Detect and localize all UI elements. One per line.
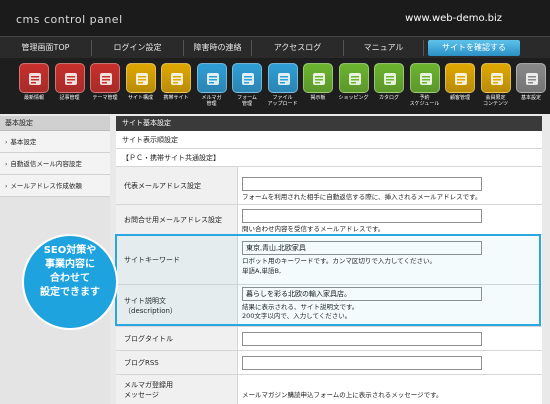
form-row-inquiry-email: お問合せ用メールアドレス設定 問い合わせ内容を受信するメールアドレスです。 — [116, 205, 542, 235]
sidebar-item-label: メールアドレス作成依頼 — [10, 182, 82, 190]
toolbar-item-file-upload[interactable]: ファイル アップロード — [265, 61, 301, 113]
rep-email-input[interactable] — [242, 177, 482, 191]
sidebar-item-basic-settings[interactable]: › 基本設定 — [0, 131, 110, 153]
sidebar-item-label: 自動返信メール内容設定 — [10, 160, 82, 168]
form-row-blog-title: ブログタイトル — [116, 327, 542, 351]
field-help: フォームを利用された相手に自動返信する際に、挿入されるメールアドレスです。 — [242, 193, 482, 201]
field-help: メールマガジン購読申込フォームの上に表示されるメッセージです。 — [242, 391, 443, 399]
site-structure-icon — [125, 63, 156, 93]
bbs-icon — [303, 63, 333, 93]
callout-text: SEO対策や 事業内容に 合わせて 設定できます — [40, 245, 100, 298]
mail-icon — [196, 63, 227, 93]
seo-highlight-frame — [115, 234, 541, 326]
nav-access-log[interactable]: アクセスログ — [252, 40, 344, 56]
settings-icon — [516, 63, 546, 93]
chevron-right-icon: › — [5, 183, 8, 190]
chevron-right-icon: › — [5, 161, 8, 168]
article-icon — [54, 63, 85, 93]
toolbar-item-site-structure[interactable]: サイト構成 — [123, 61, 159, 113]
toolbar-item-theme[interactable]: テーマ管理 — [87, 61, 123, 113]
toolbar-item-label: 基本設定 — [520, 95, 541, 101]
toolbar-item-shopping[interactable]: ショッピング — [336, 61, 372, 113]
blog-rss-input[interactable] — [242, 356, 482, 370]
field-label: メルマガ登録用 メッセージ — [116, 375, 238, 404]
members-icon — [480, 63, 511, 93]
nav-failure-contact[interactable]: 障害時の連絡 — [184, 40, 252, 56]
form-icon — [232, 63, 262, 93]
main-nav: 管理画面TOP ログイン設定 障害時の連絡 アクセスログ マニュアル サイトを確… — [0, 36, 550, 58]
toolbar-item-schedule[interactable]: 予約 スケジュール — [407, 61, 443, 113]
field-label-sub: メッセージ — [124, 390, 159, 399]
section-heading-common: 【ＰＣ・携帯サイト共通設定】 — [116, 149, 542, 167]
seo-callout-bubble: SEO対策や 事業内容に 合わせて 設定できます — [24, 236, 116, 328]
toolbar-item-bbs[interactable]: 掲示板 — [300, 61, 336, 113]
form-row-blog-rss: ブログRSS — [116, 351, 542, 375]
mobile-icon — [161, 63, 191, 93]
sidebar-title: 基本設定 — [0, 116, 110, 131]
schedule-icon — [409, 63, 440, 93]
toolbar-item-article[interactable]: 記事管理 — [52, 61, 88, 113]
shopping-icon — [338, 63, 369, 93]
inquiry-email-input[interactable] — [242, 209, 482, 223]
page-title: サイト基本設定 — [116, 116, 542, 131]
display-order-link[interactable]: サイト表示順設定 — [116, 131, 542, 149]
blog-title-input[interactable] — [242, 332, 482, 346]
sidebar-item-email-request[interactable]: › メールアドレス作成依頼 — [0, 175, 110, 197]
form-row-mailmag: メルマガ登録用 メッセージ メールマガジン購読申込フォームの上に表示されるメッセ… — [116, 375, 542, 404]
field-label-main: メルマガ登録用 — [124, 380, 173, 389]
site-url[interactable]: www.web-demo.biz — [405, 13, 502, 24]
nav-login-settings[interactable]: ログイン設定 — [92, 40, 184, 56]
nav-admin-top[interactable]: 管理画面TOP — [0, 40, 92, 56]
toolbar-item-settings[interactable]: 基本設定 — [513, 61, 549, 113]
field-label: お問合せ用メールアドレス設定 — [116, 205, 238, 234]
field-help: 問い合わせ内容を受信するメールアドレスです。 — [242, 225, 385, 233]
field-label: 代表メールアドレス設定 — [116, 167, 238, 204]
field-label: ブログRSS — [116, 351, 238, 374]
sidebar-item-label: 基本設定 — [10, 138, 37, 146]
app-header: cms control panel www.web-demo.biz — [0, 0, 550, 36]
nav-manual[interactable]: マニュアル — [344, 40, 424, 56]
news-icon — [19, 63, 49, 93]
view-site-button[interactable]: サイトを確認する — [428, 40, 520, 56]
module-toolbar: 最新情報 記事管理 テーマ管理 サイト構成 携帯サイト メルマガ 管理 フォーム 管理 ファイ… — [0, 58, 550, 114]
theme-icon — [90, 63, 120, 93]
file-upload-icon — [267, 63, 298, 93]
field-label: ブログタイトル — [116, 327, 238, 350]
form-row-rep-email: 代表メールアドレス設定 フォームを利用された相手に自動返信する際に、挿入されるメ… — [116, 167, 542, 205]
toolbar-item-members[interactable]: 会員限定 コンテンツ — [478, 61, 514, 113]
sidebar-item-autoreply[interactable]: › 自動返信メール内容設定 — [0, 153, 110, 175]
catalog-icon — [374, 63, 404, 93]
toolbar-item-news[interactable]: 最新情報 — [16, 61, 52, 113]
brand-title: cms control panel — [16, 13, 123, 26]
chevron-right-icon: › — [5, 139, 8, 146]
customer-icon — [445, 63, 475, 93]
